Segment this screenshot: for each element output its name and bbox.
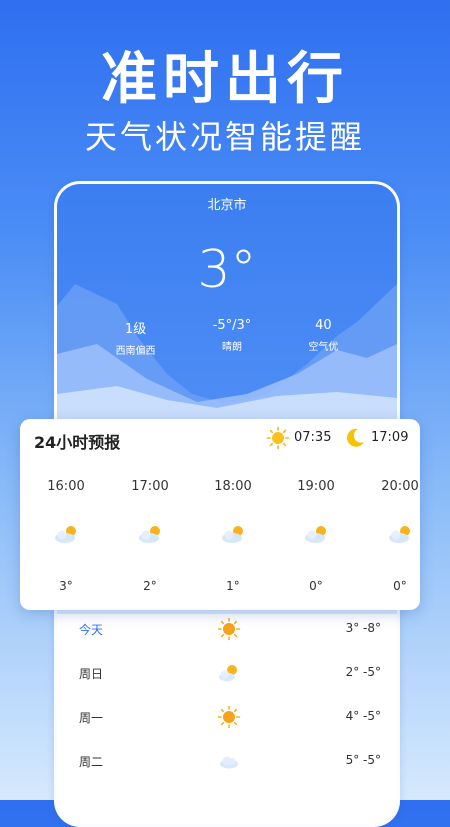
hourly-item[interactable]: 19:00 0° (286, 479, 346, 601)
moon-icon (347, 428, 364, 447)
partly-cloudy-icon (219, 665, 237, 682)
sunset-time: 17:09 (371, 430, 409, 445)
day-name: 周一 (79, 711, 104, 725)
day-name: 今天 (79, 623, 104, 637)
promo-headline: 准时出行 (101, 47, 349, 112)
cloud-icon (220, 756, 238, 769)
daily-forecast-list: 今天 3° -8° 周日 2° -5° 周一 4° -5° 周二 5° -5° (57, 614, 397, 824)
hour-temp: 3° (59, 579, 73, 593)
current-temperature: 3° (197, 240, 257, 300)
daily-row[interactable]: 周一 4° -5° (57, 705, 397, 729)
day-temps: 5° -5° (345, 753, 381, 767)
hourly-item[interactable]: 20:00 0° (370, 479, 420, 601)
hour-time: 18:00 (214, 479, 252, 494)
partly-cloudy-icon (222, 526, 243, 543)
hour-temp: 2° (143, 579, 157, 593)
wind-stat: 1级 西南偏西 (116, 318, 156, 357)
temp-range-stat: -5°/3° 晴朗 (213, 318, 252, 357)
city-name[interactable]: 北京市 (57, 194, 397, 213)
day-temps: 3° -8° (345, 621, 381, 635)
aqi-value: 40 (315, 318, 332, 333)
wind-level: 1级 (124, 322, 147, 337)
current-weather-panel: 北京市 3° 1级 西南偏西 -5°/3° 晴朗 40 空气优 (57, 184, 397, 424)
sun-icon (217, 705, 241, 729)
aqi-label: 空气优 (308, 342, 339, 353)
promo-subline: 天气状况智能提醒 (84, 118, 365, 156)
hourly-forecast-card: 24小时预报 07:35 17:09 16:00 3° 17:00 2° 18:… (20, 419, 420, 610)
current-stats: 1级 西南偏西 -5°/3° 晴朗 40 空气优 (57, 318, 397, 357)
hour-temp: 0° (309, 579, 323, 593)
condition-label: 晴朗 (222, 342, 242, 353)
hour-time: 17:00 (131, 479, 169, 494)
partly-cloudy-icon (305, 526, 326, 543)
hourly-item[interactable]: 17:00 2° (120, 479, 180, 601)
sun-icon (217, 617, 241, 641)
hour-time: 19:00 (297, 479, 335, 494)
hour-temp: 0° (393, 579, 407, 593)
hourly-item[interactable]: 16:00 3° (36, 479, 96, 601)
partly-cloudy-icon (139, 526, 160, 543)
day-temps: 4° -5° (345, 709, 381, 723)
air-quality-stat: 40 空气优 (308, 318, 338, 357)
sun-icon (266, 426, 290, 450)
wind-direction: 西南偏西 (115, 346, 156, 357)
card-title: 24小时预报 (34, 433, 121, 452)
day-name: 周二 (79, 755, 104, 769)
sunset-info: 17:09 (343, 426, 415, 450)
hour-time: 20:00 (381, 479, 419, 494)
partly-cloudy-icon (55, 526, 76, 543)
daily-row[interactable]: 今天 3° -8° (57, 617, 397, 641)
hourly-item[interactable]: 18:00 1° (203, 479, 263, 601)
daily-row[interactable]: 周日 2° -5° (57, 661, 397, 685)
sunrise-time: 07:35 (294, 430, 332, 445)
daily-row[interactable]: 周二 5° -5° (57, 749, 397, 773)
sunrise-info: 07:35 (266, 426, 338, 450)
temp-range: -5°/3° (212, 318, 252, 333)
hour-time: 16:00 (47, 479, 85, 494)
hour-temp: 1° (226, 579, 240, 593)
day-name: 周日 (79, 667, 104, 681)
partly-cloudy-icon (389, 526, 410, 543)
day-temps: 2° -5° (345, 665, 381, 679)
